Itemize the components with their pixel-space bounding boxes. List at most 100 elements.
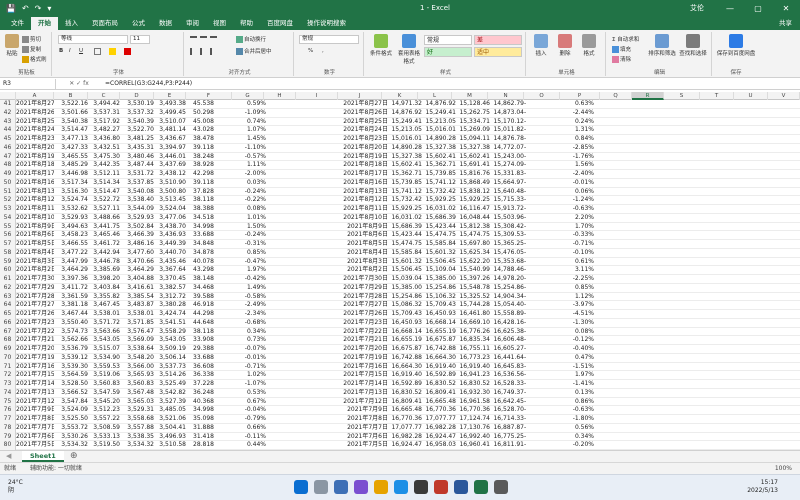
- excel-icon[interactable]: [474, 480, 488, 494]
- cell-m[interactable]: 15,929.25: [456, 196, 490, 205]
- cell-d[interactable]: 3,477.60: [120, 249, 154, 258]
- cell-p[interactable]: 0.63%: [536, 100, 594, 109]
- cell-c[interactable]: 3,517.92: [88, 118, 120, 127]
- cell-p[interactable]: -2.85%: [536, 144, 594, 153]
- cell-k[interactable]: 16,655.19: [388, 336, 422, 345]
- column-header-p[interactable]: P: [560, 92, 600, 100]
- save-baidu-button[interactable]: 保存到百度网盘: [716, 34, 756, 57]
- cell-d[interactable]: 3,571.85: [120, 319, 154, 328]
- app-icon[interactable]: [434, 480, 448, 494]
- cell-n2[interactable]: 16,645.83: [490, 363, 524, 372]
- cell-l[interactable]: 14,876.92: [422, 100, 456, 109]
- cell-k[interactable]: 16,742.88: [388, 354, 422, 363]
- cell-f[interactable]: 38.248: [186, 153, 214, 162]
- cell-p[interactable]: -1.80%: [536, 415, 594, 424]
- row-header[interactable]: 76: [0, 406, 16, 415]
- redo-icon[interactable]: ↷: [35, 4, 42, 13]
- cell-e[interactable]: 3,558.29: [154, 328, 186, 337]
- cell-p[interactable]: 0.13%: [536, 389, 594, 398]
- cell-n2[interactable]: 16,811.91: [490, 441, 524, 450]
- cell-e[interactable]: 3,312.72: [154, 293, 186, 302]
- row-header[interactable]: 53: [0, 205, 16, 214]
- cell-c[interactable]: 3,488.66: [88, 214, 120, 223]
- cell-e[interactable]: 3,437.69: [154, 161, 186, 170]
- cell-j[interactable]: 2021年8月25日: [330, 118, 388, 127]
- cell-e[interactable]: 3,449.39: [154, 240, 186, 249]
- cell-p[interactable]: 1.56%: [536, 161, 594, 170]
- cell-l[interactable]: 15,732.42: [422, 188, 456, 197]
- cell-n2[interactable]: 15,664.97: [490, 179, 524, 188]
- cell-o[interactable]: -: [524, 240, 534, 249]
- cell-f[interactable]: 39.588: [186, 293, 214, 302]
- delete-cells-button[interactable]: 删除: [554, 34, 576, 57]
- cell-b[interactable]: 3,547.84: [54, 398, 88, 407]
- cell-e[interactable]: 3,485.05: [154, 406, 186, 415]
- cell-a[interactable]: 2021年8月6日: [16, 231, 54, 240]
- cell-l[interactable]: 15,602.41: [422, 153, 456, 162]
- cell-e[interactable]: 3,367.64: [154, 266, 186, 275]
- cell-a[interactable]: 2021年7月7日: [16, 424, 54, 433]
- cell-e[interactable]: 3,481.14: [154, 126, 186, 135]
- cell-a[interactable]: 2021年8月18日: [16, 161, 54, 170]
- cell-d[interactable]: 3,470.66: [120, 258, 154, 267]
- cell-p[interactable]: -1.41%: [536, 380, 594, 389]
- cell-c[interactable]: 3,461.72: [88, 240, 120, 249]
- cell-m[interactable]: 15,325.52: [456, 293, 490, 302]
- cell-j[interactable]: 2021年8月9日: [330, 223, 388, 232]
- cell-b[interactable]: 3,574.73: [54, 328, 88, 337]
- cell-c[interactable]: 3,403.84: [88, 284, 120, 293]
- cell-o[interactable]: -: [524, 380, 534, 389]
- cell-m[interactable]: 17,130.76: [456, 424, 490, 433]
- cell-e[interactable]: 3,477.06: [154, 214, 186, 223]
- row-header[interactable]: 63: [0, 292, 16, 302]
- cell-f[interactable]: 38.478: [186, 135, 214, 144]
- cell-c[interactable]: 3,537.31: [88, 109, 120, 118]
- cell-e[interactable]: 3,496.93: [154, 433, 186, 442]
- column-header-q[interactable]: Q: [600, 92, 632, 100]
- cell-e[interactable]: 3,521.06: [154, 415, 186, 424]
- cell-m[interactable]: 16,941.23: [456, 371, 490, 380]
- cell-g[interactable]: 1.49%: [214, 284, 266, 293]
- cell-c[interactable]: 3,355.82: [88, 293, 120, 302]
- cell-m[interactable]: 16,776.26: [456, 328, 490, 337]
- cell-k[interactable]: 16,664.30: [388, 363, 422, 372]
- cell-m[interactable]: 15,816.76: [456, 170, 490, 179]
- cell-n2[interactable]: 15,170.12: [490, 118, 524, 127]
- cell-e[interactable]: 3,510.07: [154, 118, 186, 127]
- cell-j[interactable]: 2021年7月12日: [330, 398, 388, 407]
- cell-p[interactable]: 0.24%: [536, 118, 594, 127]
- cell-c[interactable]: 3,512.11: [88, 170, 120, 179]
- cell-d[interactable]: 3,385.54: [120, 293, 154, 302]
- cell-p[interactable]: 1.12%: [536, 293, 594, 302]
- cell-g[interactable]: -0.79%: [214, 415, 266, 424]
- cell-p[interactable]: -1.24%: [536, 196, 594, 205]
- cell-c[interactable]: 3,442.35: [88, 161, 120, 170]
- cell-a[interactable]: 2021年8月26日: [16, 109, 54, 118]
- cell-c[interactable]: 3,442.94: [88, 249, 120, 258]
- cell-f[interactable]: 39.118: [186, 144, 214, 153]
- cell-e[interactable]: 3,500.80: [154, 188, 186, 197]
- paste-button[interactable]: 粘贴: [4, 34, 20, 57]
- row-header[interactable]: 52: [0, 196, 16, 205]
- cell-l[interactable]: 15,109.04: [422, 266, 456, 275]
- cell-k[interactable]: 15,249.41: [388, 118, 422, 127]
- cell-m[interactable]: 15,397.26: [456, 275, 490, 284]
- clock[interactable]: 15:17 2022/5/13: [747, 479, 778, 495]
- cell-l[interactable]: 15,385.00: [422, 275, 456, 284]
- cell-n2[interactable]: 15,331.83: [490, 170, 524, 179]
- cell-d[interactable]: 3,569.09: [120, 336, 154, 345]
- cell-l[interactable]: 17,077.77: [422, 415, 456, 424]
- cell-j[interactable]: 2021年7月15日: [330, 371, 388, 380]
- cell-f[interactable]: 36.248: [186, 389, 214, 398]
- cell-l[interactable]: 16,592.89: [422, 371, 456, 380]
- cell-c[interactable]: 3,512.23: [88, 406, 120, 415]
- cell-a[interactable]: 2021年7月13日: [16, 389, 54, 398]
- tab-page-layout[interactable]: 页面布局: [85, 17, 125, 30]
- cell-l[interactable]: 15,474.75: [422, 231, 456, 240]
- cell-g[interactable]: -0.68%: [214, 319, 266, 328]
- cell-j[interactable]: 2021年7月5日: [330, 441, 388, 450]
- cell-k[interactable]: 16,919.40: [388, 371, 422, 380]
- column-header-d[interactable]: D: [120, 92, 154, 100]
- cell-g[interactable]: 0.66%: [214, 424, 266, 433]
- cell-o[interactable]: -: [524, 118, 534, 127]
